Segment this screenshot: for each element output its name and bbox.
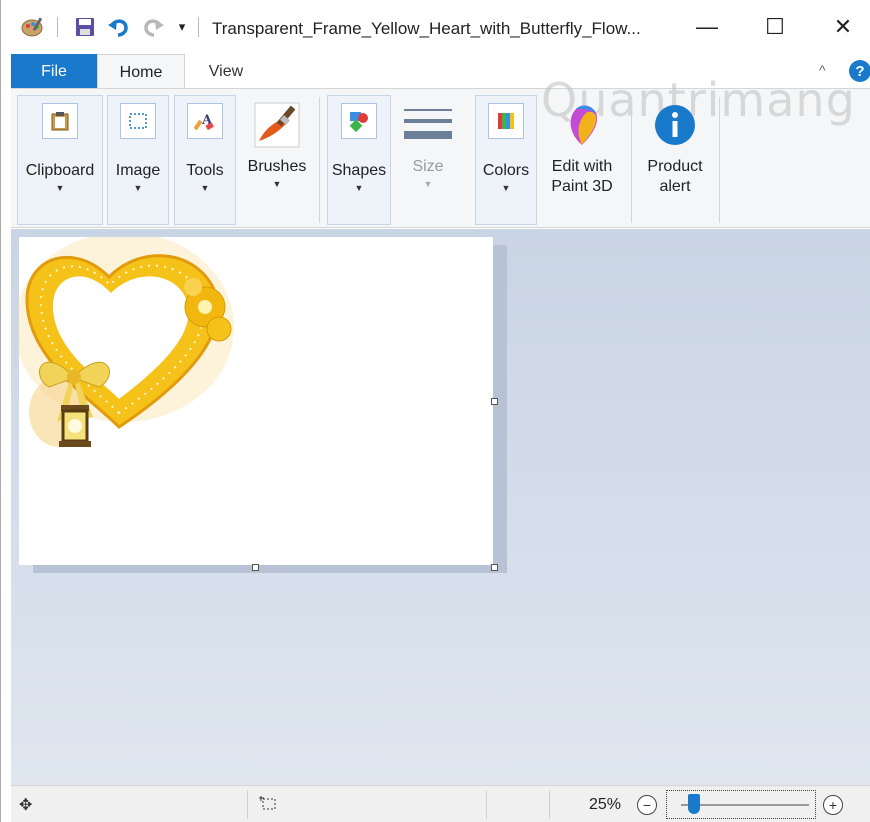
edit-paint3d-label-line2: Paint 3D	[551, 178, 613, 195]
minimize-button[interactable]: —	[677, 0, 737, 54]
tools-icon: A	[187, 103, 223, 139]
ribbon-separator	[631, 97, 632, 223]
window-title: Transparent_Frame_Yellow_Heart_with_Butt…	[212, 19, 641, 38]
redo-icon[interactable]	[139, 14, 167, 40]
tab-home[interactable]: Home	[97, 54, 185, 90]
status-separator	[549, 790, 550, 819]
close-button[interactable]: ✕	[813, 0, 870, 54]
line-size-icon	[402, 99, 454, 151]
zoom-level: 25%	[589, 796, 622, 813]
tab-view[interactable]: View	[191, 54, 261, 89]
clipboard-label: Clipboard	[25, 162, 95, 179]
brushes-button[interactable]: Brushes ▼	[241, 95, 313, 225]
canvas-workspace[interactable]	[11, 229, 870, 785]
product-alert-label-line2: alert	[659, 178, 691, 195]
status-separator	[486, 790, 487, 819]
title-separator	[198, 17, 199, 37]
customize-quick-access-icon[interactable]: ▾	[173, 14, 191, 40]
shapes-button[interactable]: Shapes ▼	[327, 95, 391, 225]
title-bar: ▾ Transparent_Frame_Yellow_Heart_with_Bu…	[1, 0, 870, 54]
image-label: Image	[115, 162, 161, 179]
zoom-slider-thumb[interactable]	[687, 794, 700, 814]
ribbon: Quantrimang Clipboard ▼ Image ▼ A Tools …	[11, 73, 870, 228]
brush-icon	[251, 99, 303, 151]
chevron-down-icon: ▼	[55, 183, 65, 193]
chevron-down-icon: ▼	[272, 179, 282, 189]
paint3d-icon	[556, 99, 608, 151]
resize-handle-bottom[interactable]	[252, 564, 259, 571]
tools-label: Tools	[186, 162, 224, 179]
zoom-out-button[interactable]: −	[637, 795, 657, 815]
colors-button[interactable]: Colors ▼	[475, 95, 537, 225]
ribbon-separator	[319, 97, 320, 223]
cursor-position-icon: ✥	[19, 797, 33, 814]
heart-frame-image	[19, 237, 234, 447]
edit-paint3d-label-line1: Edit with	[551, 158, 613, 175]
tab-file[interactable]: File	[11, 54, 97, 89]
clipboard-icon	[42, 103, 78, 139]
chevron-down-icon: ▼	[423, 179, 433, 189]
chevron-down-icon: ▼	[200, 183, 210, 193]
colors-label: Colors	[482, 162, 530, 179]
chevron-down-icon: ▼	[133, 183, 143, 193]
undo-icon[interactable]	[105, 14, 133, 40]
edit-with-paint3d-button[interactable]: Edit with Paint 3D	[541, 95, 623, 225]
zoom-in-button[interactable]: +	[823, 795, 843, 815]
size-label: Size	[412, 158, 444, 175]
info-alert-icon	[649, 99, 701, 151]
select-icon	[120, 103, 156, 139]
shapes-icon	[341, 103, 377, 139]
ribbon-separator	[719, 97, 720, 223]
drawing-canvas[interactable]	[19, 237, 493, 565]
save-icon[interactable]	[71, 14, 99, 40]
clipboard-button[interactable]: Clipboard ▼	[17, 95, 103, 225]
image-button[interactable]: Image ▼	[107, 95, 169, 225]
paint-app-icon[interactable]	[19, 14, 47, 40]
tools-button[interactable]: A Tools ▼	[174, 95, 236, 225]
maximize-button[interactable]: ☐	[745, 0, 805, 54]
quick-access-separator	[57, 17, 58, 37]
resize-handle-corner[interactable]	[491, 564, 498, 571]
status-bar: ✥ 25% − +	[11, 785, 870, 822]
paint-window: ▾ Transparent_Frame_Yellow_Heart_with_Bu…	[0, 0, 870, 822]
chevron-down-icon: ▼	[354, 183, 364, 193]
color-palette-icon	[488, 103, 524, 139]
size-button[interactable]: Size ▼	[397, 95, 459, 225]
shapes-label: Shapes	[331, 162, 387, 179]
chevron-down-icon: ▼	[501, 183, 511, 193]
product-alert-button[interactable]: Product alert	[633, 95, 717, 225]
product-alert-label-line1: Product	[647, 158, 703, 175]
status-separator	[247, 790, 248, 819]
zoom-slider-track[interactable]	[681, 804, 809, 806]
resize-handle-right[interactable]	[491, 398, 498, 405]
brushes-label: Brushes	[247, 158, 307, 175]
selection-size-icon	[259, 795, 279, 818]
